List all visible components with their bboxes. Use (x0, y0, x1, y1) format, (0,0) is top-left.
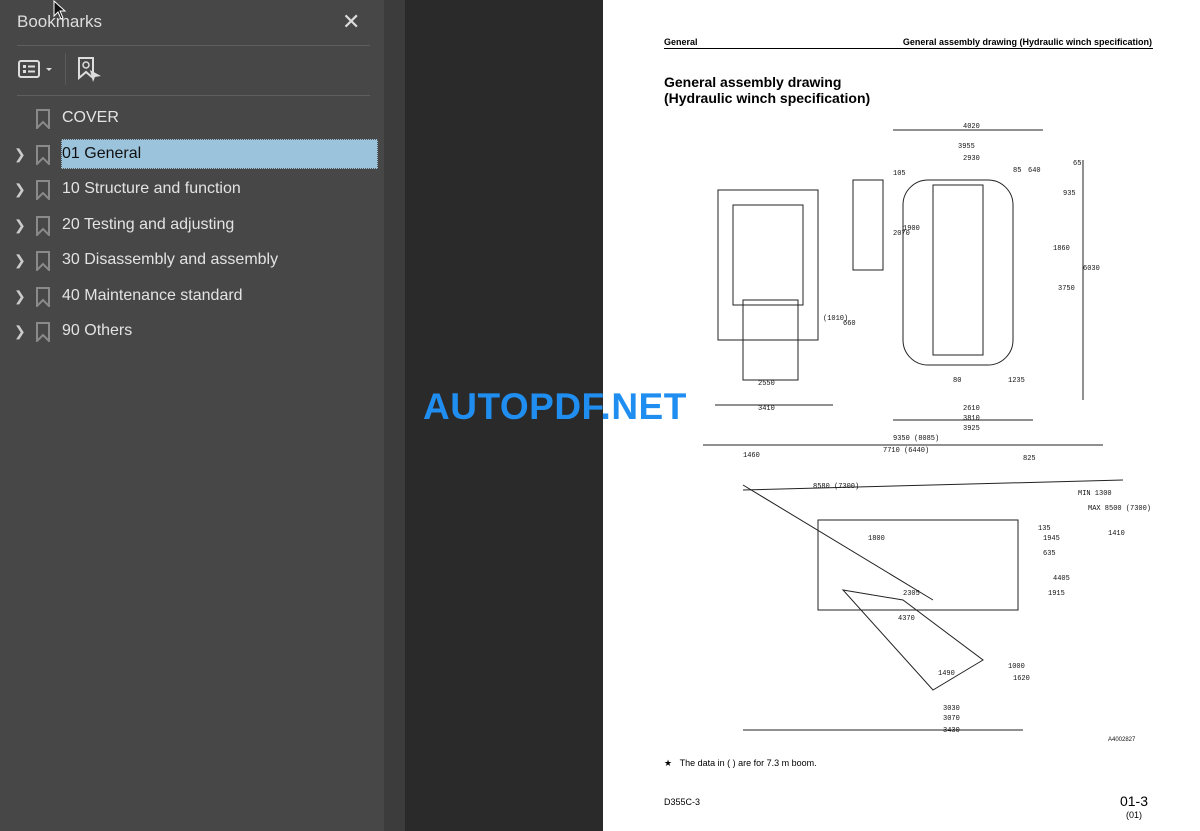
header-rule (664, 48, 1153, 49)
mouse-cursor-icon (53, 0, 67, 20)
bookmark-item[interactable]: ❯ 01 General (0, 138, 384, 171)
bookmark-item[interactable]: ❯ 40 Maintenance standard (0, 281, 384, 313)
bookmark-label: COVER (62, 109, 119, 126)
dimension-label: 3430 (943, 727, 960, 735)
bookmark-icon (36, 144, 50, 165)
find-current-bookmark-icon[interactable] (77, 56, 103, 84)
dimension-label: 640 (1028, 167, 1041, 175)
footnote: ★ The data in ( ) are for 7.3 m boom. (664, 758, 817, 769)
chevron-right-icon[interactable]: ❯ (14, 252, 26, 269)
dimension-label: 6030 (1083, 265, 1100, 273)
chevron-right-icon[interactable]: ❯ (14, 217, 26, 234)
dimension-label: 3955 (958, 143, 975, 151)
dimension-label: 1620 (1013, 675, 1030, 683)
dimension-label: 80 (953, 377, 961, 385)
bookmarks-panel: Bookmarks ✕ COVER ❯ 01 General ❯ 10 Structur… (0, 0, 384, 831)
divider (17, 95, 370, 96)
dimension-label: 3070 (943, 715, 960, 723)
dimension-label: 2610 (963, 405, 980, 413)
bookmark-label: 20 Testing and adjusting (62, 215, 235, 233)
page-title: General assembly drawing (Hydraulic winc… (664, 74, 870, 106)
dimension-label: 3410 (758, 405, 775, 413)
close-icon[interactable]: ✕ (342, 9, 360, 35)
dimension-label: 135 (1038, 525, 1051, 533)
title-line-1: General assembly drawing (664, 74, 842, 90)
pdf-page: General General assembly drawing (Hydrau… (603, 0, 1200, 831)
bookmark-icon (36, 109, 50, 129)
page-revision: (01) (1125, 810, 1142, 820)
footnote-text: The data in ( ) are for 7.3 m boom. (679, 758, 817, 768)
dimension-label: (1010) (823, 315, 848, 323)
dimension-label: 635 (1043, 550, 1056, 558)
running-header-left: General (664, 37, 698, 47)
bookmark-label: 01 General (62, 144, 142, 162)
dimension-label: 4370 (898, 615, 915, 623)
bookmark-item[interactable]: ❯ 30 Disassembly and assembly (0, 245, 384, 277)
watermark: AUTOPDF.NET (423, 386, 687, 427)
assembly-drawing: 402039552930105 85 64065935207019001860603… (703, 123, 1151, 743)
dimension-label: 8580 (7300) (813, 483, 859, 491)
dimension-label: 2550 (758, 380, 775, 388)
dimension-label: 935 (1063, 190, 1076, 198)
model-name: D355C-3 (664, 797, 701, 807)
dimension-label: 1860 (1053, 245, 1070, 253)
dimension-label: 1800 (868, 535, 885, 543)
dimension-label: 1945 (1043, 535, 1060, 543)
bookmark-icon (36, 322, 50, 342)
bookmark-item[interactable]: COVER (0, 103, 384, 135)
dimension-label: 4020 (963, 123, 980, 131)
dimension-label: 1410 (1108, 530, 1125, 538)
dimension-label: 1915 (1048, 590, 1065, 598)
dimension-label: 105 (893, 170, 906, 178)
bookmark-item[interactable]: ❯ 20 Testing and adjusting (0, 210, 384, 242)
bookmark-item[interactable]: ❯ 10 Structure and function (0, 174, 384, 206)
bookmark-label: 10 Structure and function (62, 180, 241, 197)
bookmark-icon (36, 180, 50, 200)
page-number: 01-3 (01) (1120, 794, 1148, 822)
dimension-label: 3030 (943, 705, 960, 713)
dimension-label: 3750 (1058, 285, 1075, 293)
toolbar-separator (65, 53, 66, 85)
dimension-label: 1460 (743, 452, 760, 460)
dimension-label: 4405 (1053, 575, 1070, 583)
dimension-label: 1490 (938, 670, 955, 678)
dimension-label: 1000 (1008, 663, 1025, 671)
running-header-right: General assembly drawing (Hydraulic winc… (902, 37, 1152, 47)
bookmark-icon (36, 251, 50, 271)
page-number-text: 01-3 (1119, 793, 1148, 809)
bookmark-item[interactable]: ❯ 90 Others (0, 316, 384, 348)
dimension-label: 2930 (963, 155, 980, 163)
dimension-label: 3810 (963, 415, 980, 423)
bookmark-icon (36, 215, 50, 236)
options-menu-button[interactable] (18, 58, 56, 82)
dimension-label: 9350 (8085) (893, 435, 939, 443)
dimension-label: MAX 8500 (7300) (1088, 505, 1151, 513)
chevron-right-icon[interactable]: ❯ (14, 288, 26, 305)
dimension-label: 825 (1023, 455, 1036, 463)
dimension-label: 7710 (6440) (883, 447, 929, 455)
title-line-2: (Hydraulic winch specification) (664, 90, 871, 106)
dimension-label: MIN 1300 (1078, 490, 1112, 498)
dimension-label: 1900 (903, 225, 920, 233)
drawing-id: A4002827 (1108, 737, 1136, 743)
divider (17, 45, 370, 46)
chevron-right-icon[interactable]: ❯ (14, 323, 26, 340)
bookmark-label: 90 Others (62, 322, 133, 339)
dimension-label: 3925 (963, 425, 980, 433)
dimension-label: 2305 (903, 590, 920, 598)
chevron-right-icon[interactable]: ❯ (14, 181, 26, 198)
chevron-right-icon[interactable]: ❯ (14, 146, 26, 163)
panel-splitter[interactable]: ◀ (384, 0, 784, 831)
dimension-label: 1235 (1008, 377, 1025, 385)
bookmark-label: 30 Disassembly and assembly (62, 251, 279, 268)
bookmark-icon (36, 286, 50, 307)
star-icon: ★ (664, 758, 673, 768)
dimension-label: 85 (1013, 167, 1021, 175)
bookmark-label: 40 Maintenance standard (62, 286, 243, 304)
dimension-label: 65 (1073, 160, 1081, 168)
